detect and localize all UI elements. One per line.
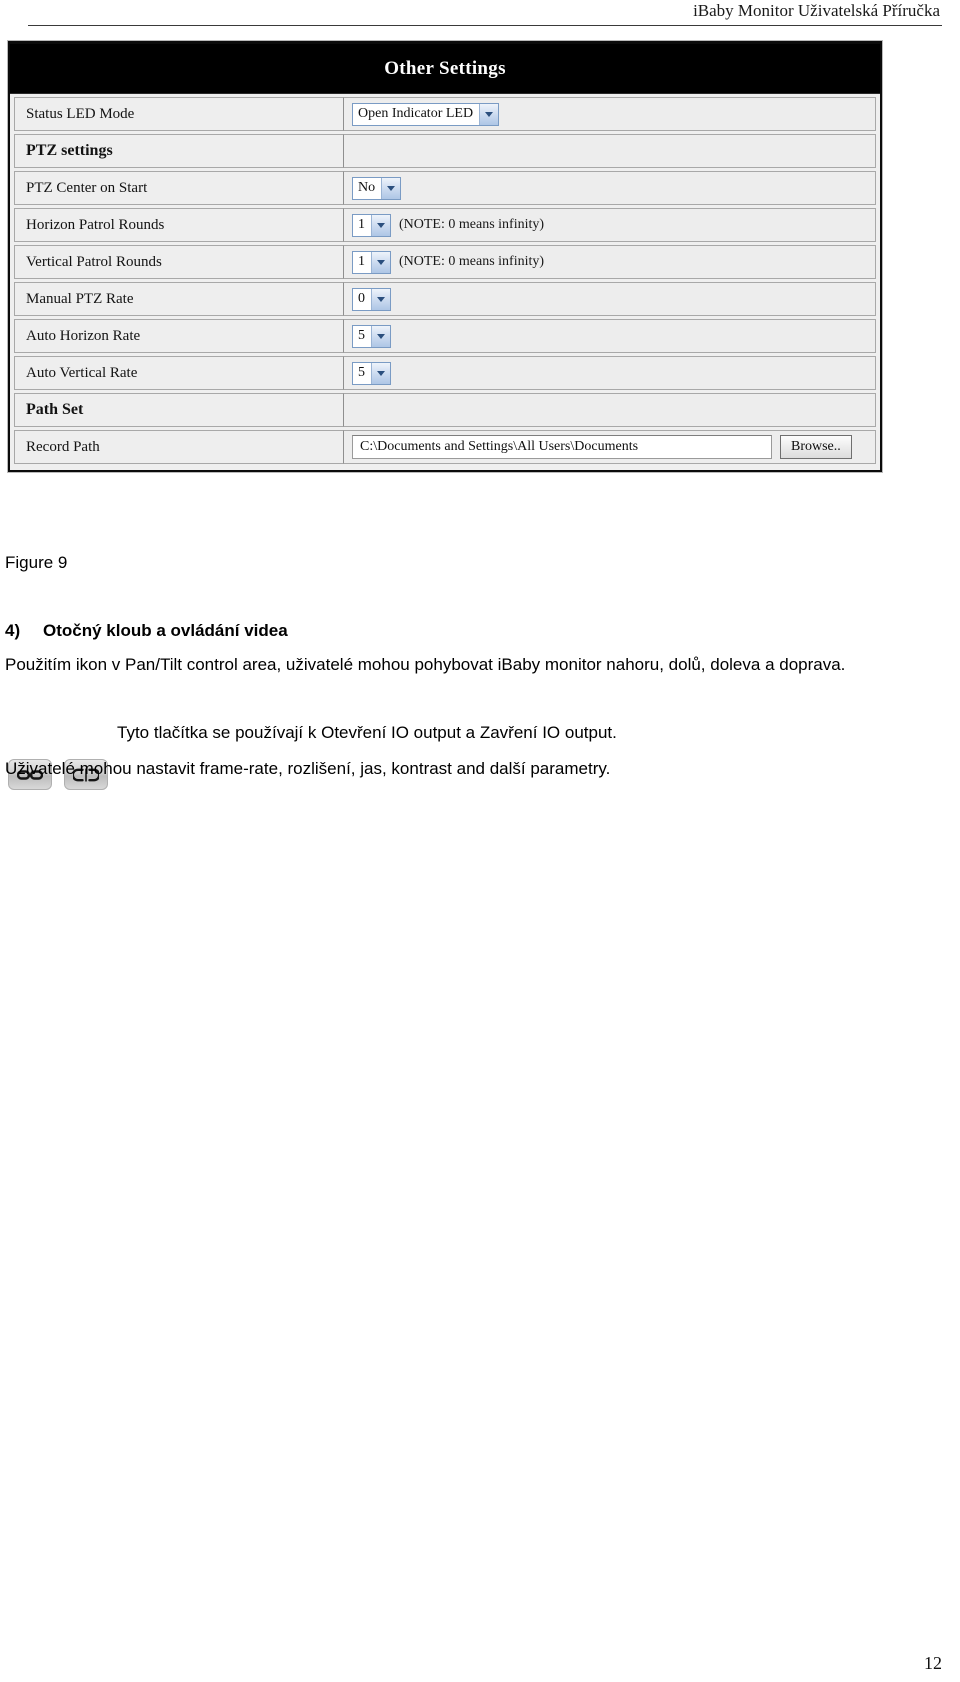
horizon-patrol-rounds-select[interactable]: 1 bbox=[352, 213, 391, 237]
document-header-title: iBaby Monitor Uživatelská Příručka bbox=[693, 1, 940, 20]
document-header: iBaby Monitor Uživatelská Příručka bbox=[0, 0, 960, 26]
select-value: 5 bbox=[358, 328, 365, 343]
setting-label: PTZ Center on Start bbox=[14, 171, 344, 205]
setting-value-cell: Open Indicator LED bbox=[344, 97, 876, 131]
table-row: PTZ Center on Start No bbox=[14, 171, 876, 205]
table-row: Manual PTZ Rate 0 bbox=[14, 282, 876, 316]
setting-value-cell: 5 bbox=[344, 356, 876, 390]
select-value: 0 bbox=[358, 291, 365, 306]
chevron-down-icon[interactable] bbox=[371, 362, 390, 384]
setting-value-cell bbox=[344, 134, 876, 168]
chevron-down-icon[interactable] bbox=[381, 177, 401, 199]
chevron-down-icon[interactable] bbox=[371, 251, 390, 273]
io-output-paragraph: Tyto tlačítka se používají k Otevření IO… bbox=[117, 723, 617, 742]
select-value: 5 bbox=[358, 365, 365, 380]
setting-label: Record Path bbox=[14, 430, 344, 464]
record-path-input[interactable]: C:\Documents and Settings\All Users\Docu… bbox=[352, 435, 772, 459]
setting-label: Auto Horizon Rate bbox=[14, 319, 344, 353]
table-row: Status LED Mode Open Indicator LED bbox=[14, 97, 876, 131]
setting-value-cell: 1 (NOTE: 0 means infinity) bbox=[344, 245, 876, 279]
section-label-ptz-settings: PTZ settings bbox=[14, 134, 344, 168]
setting-label: Vertical Patrol Rounds bbox=[14, 245, 344, 279]
table-row: Auto Vertical Rate 5 bbox=[14, 356, 876, 390]
settings-rows: Status LED Mode Open Indicator LED PTZ s… bbox=[10, 94, 880, 468]
table-row: Path Set bbox=[14, 393, 876, 427]
status-led-mode-select[interactable]: Open Indicator LED bbox=[352, 102, 500, 126]
figure-other-settings-screenshot: Other Settings Status LED Mode Open Indi… bbox=[7, 40, 883, 473]
chevron-down-icon[interactable] bbox=[371, 325, 390, 347]
setting-value-cell: 5 bbox=[344, 319, 876, 353]
table-row: Auto Horizon Rate 5 bbox=[14, 319, 876, 353]
figure-caption: Figure 9 bbox=[5, 553, 68, 572]
settings-panel-title: Other Settings bbox=[10, 44, 880, 94]
setting-value-cell bbox=[344, 393, 876, 427]
parameters-paragraph: Uživatelé mohou nastavit frame-rate, roz… bbox=[5, 759, 611, 778]
settings-panel: Other Settings Status LED Mode Open Indi… bbox=[8, 41, 882, 472]
setting-value-cell: No bbox=[344, 171, 876, 205]
setting-note: (NOTE: 0 means infinity) bbox=[399, 217, 545, 232]
table-row: Vertical Patrol Rounds 1 (NOTE: 0 means … bbox=[14, 245, 876, 279]
setting-label: Horizon Patrol Rounds bbox=[14, 208, 344, 242]
select-value: No bbox=[358, 180, 376, 195]
setting-label: Manual PTZ Rate bbox=[14, 282, 344, 316]
table-row: PTZ settings bbox=[14, 134, 876, 168]
ptz-center-on-start-select[interactable]: No bbox=[352, 176, 402, 200]
header-divider bbox=[28, 25, 942, 26]
select-value: Open Indicator LED bbox=[358, 106, 474, 121]
setting-value-cell: 1 (NOTE: 0 means infinity) bbox=[344, 208, 876, 242]
select-value: 1 bbox=[358, 217, 365, 232]
setting-note: (NOTE: 0 means infinity) bbox=[399, 254, 545, 269]
chevron-down-icon[interactable] bbox=[371, 288, 390, 310]
chevron-down-icon[interactable] bbox=[371, 214, 390, 236]
vertical-patrol-rounds-select[interactable]: 1 bbox=[352, 250, 391, 274]
intro-paragraph: Použitím ikon v Pan/Tilt control area, u… bbox=[5, 655, 846, 674]
chevron-down-icon[interactable] bbox=[479, 103, 499, 125]
auto-horizon-rate-select[interactable]: 5 bbox=[352, 324, 391, 348]
section-number: 4) bbox=[5, 621, 21, 640]
setting-label: Auto Vertical Rate bbox=[14, 356, 344, 390]
setting-label: Status LED Mode bbox=[14, 97, 344, 131]
section-title: Otočný kloub a ovládání videa bbox=[43, 621, 288, 640]
table-row: Record Path C:\Documents and Settings\Al… bbox=[14, 430, 876, 464]
select-value: 1 bbox=[358, 254, 365, 269]
table-row: Horizon Patrol Rounds 1 (NOTE: 0 means i… bbox=[14, 208, 876, 242]
setting-value-cell: C:\Documents and Settings\All Users\Docu… bbox=[344, 430, 876, 464]
auto-vertical-rate-select[interactable]: 5 bbox=[352, 361, 391, 385]
setting-value-cell: 0 bbox=[344, 282, 876, 316]
manual-ptz-rate-select[interactable]: 0 bbox=[352, 287, 391, 311]
page-number: 12 bbox=[924, 1653, 942, 1673]
section-heading: 4) Otočný kloub a ovládání videa bbox=[5, 621, 288, 641]
section-label-path-set: Path Set bbox=[14, 393, 344, 427]
browse-button[interactable]: Browse.. bbox=[780, 435, 852, 459]
